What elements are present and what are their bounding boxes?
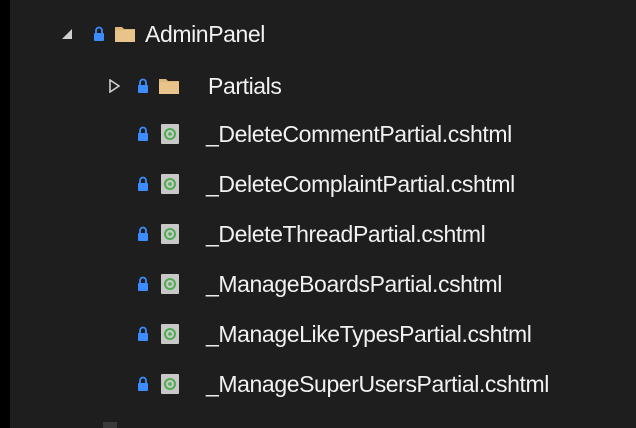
tree-item-partials[interactable]: Partials — [10, 64, 636, 108]
tree-item-file[interactable]: _DeleteCommentPartial.cshtml — [10, 112, 636, 156]
tree-item-label: _DeleteComplaintPartial.cshtml — [206, 171, 515, 197]
tree-item-label: AdminPanel — [145, 21, 266, 47]
tree-item-partial-next — [10, 392, 636, 428]
razor-file-icon — [160, 173, 182, 194]
tree-item-label: _ManageBoardsPartial.cshtml — [206, 271, 503, 297]
tree-item-file[interactable]: _DeleteComplaintPartial.cshtml — [10, 162, 636, 206]
tree-item-file[interactable]: _ManageLikeTypesPartial.cshtml — [10, 312, 636, 356]
lock-icon — [137, 176, 149, 192]
lock-icon — [137, 126, 149, 142]
expanded-arrow-icon[interactable] — [60, 27, 74, 41]
tree-item-label: _DeleteCommentPartial.cshtml — [206, 121, 512, 147]
tree-item-label: _ManageLikeTypesPartial.cshtml — [206, 321, 532, 347]
lock-icon — [137, 326, 149, 342]
lock-icon — [137, 226, 149, 242]
razor-file-icon — [160, 373, 182, 394]
lock-icon — [93, 26, 105, 42]
lock-icon — [137, 276, 149, 292]
lock-icon — [137, 78, 149, 94]
razor-file-icon — [160, 123, 182, 144]
folder-icon — [158, 76, 180, 96]
razor-file-icon — [160, 273, 182, 294]
tree-item-file[interactable]: _DeleteThreadPartial.cshtml — [10, 212, 636, 256]
partial-icon — [103, 422, 117, 428]
razor-file-icon — [160, 223, 182, 244]
tree-item-file[interactable]: _ManageBoardsPartial.cshtml — [10, 262, 636, 306]
folder-icon — [114, 24, 136, 44]
tree-item-adminpanel[interactable]: AdminPanel — [10, 12, 636, 56]
collapsed-arrow-icon[interactable] — [107, 79, 121, 93]
razor-file-icon — [160, 323, 182, 344]
lock-icon — [137, 376, 149, 392]
tree-item-label: Partials — [208, 73, 282, 99]
tree-item-label: _DeleteThreadPartial.cshtml — [206, 221, 486, 247]
solution-explorer-tree: AdminPanel Partials _DeleteCommentPartia… — [10, 0, 636, 428]
